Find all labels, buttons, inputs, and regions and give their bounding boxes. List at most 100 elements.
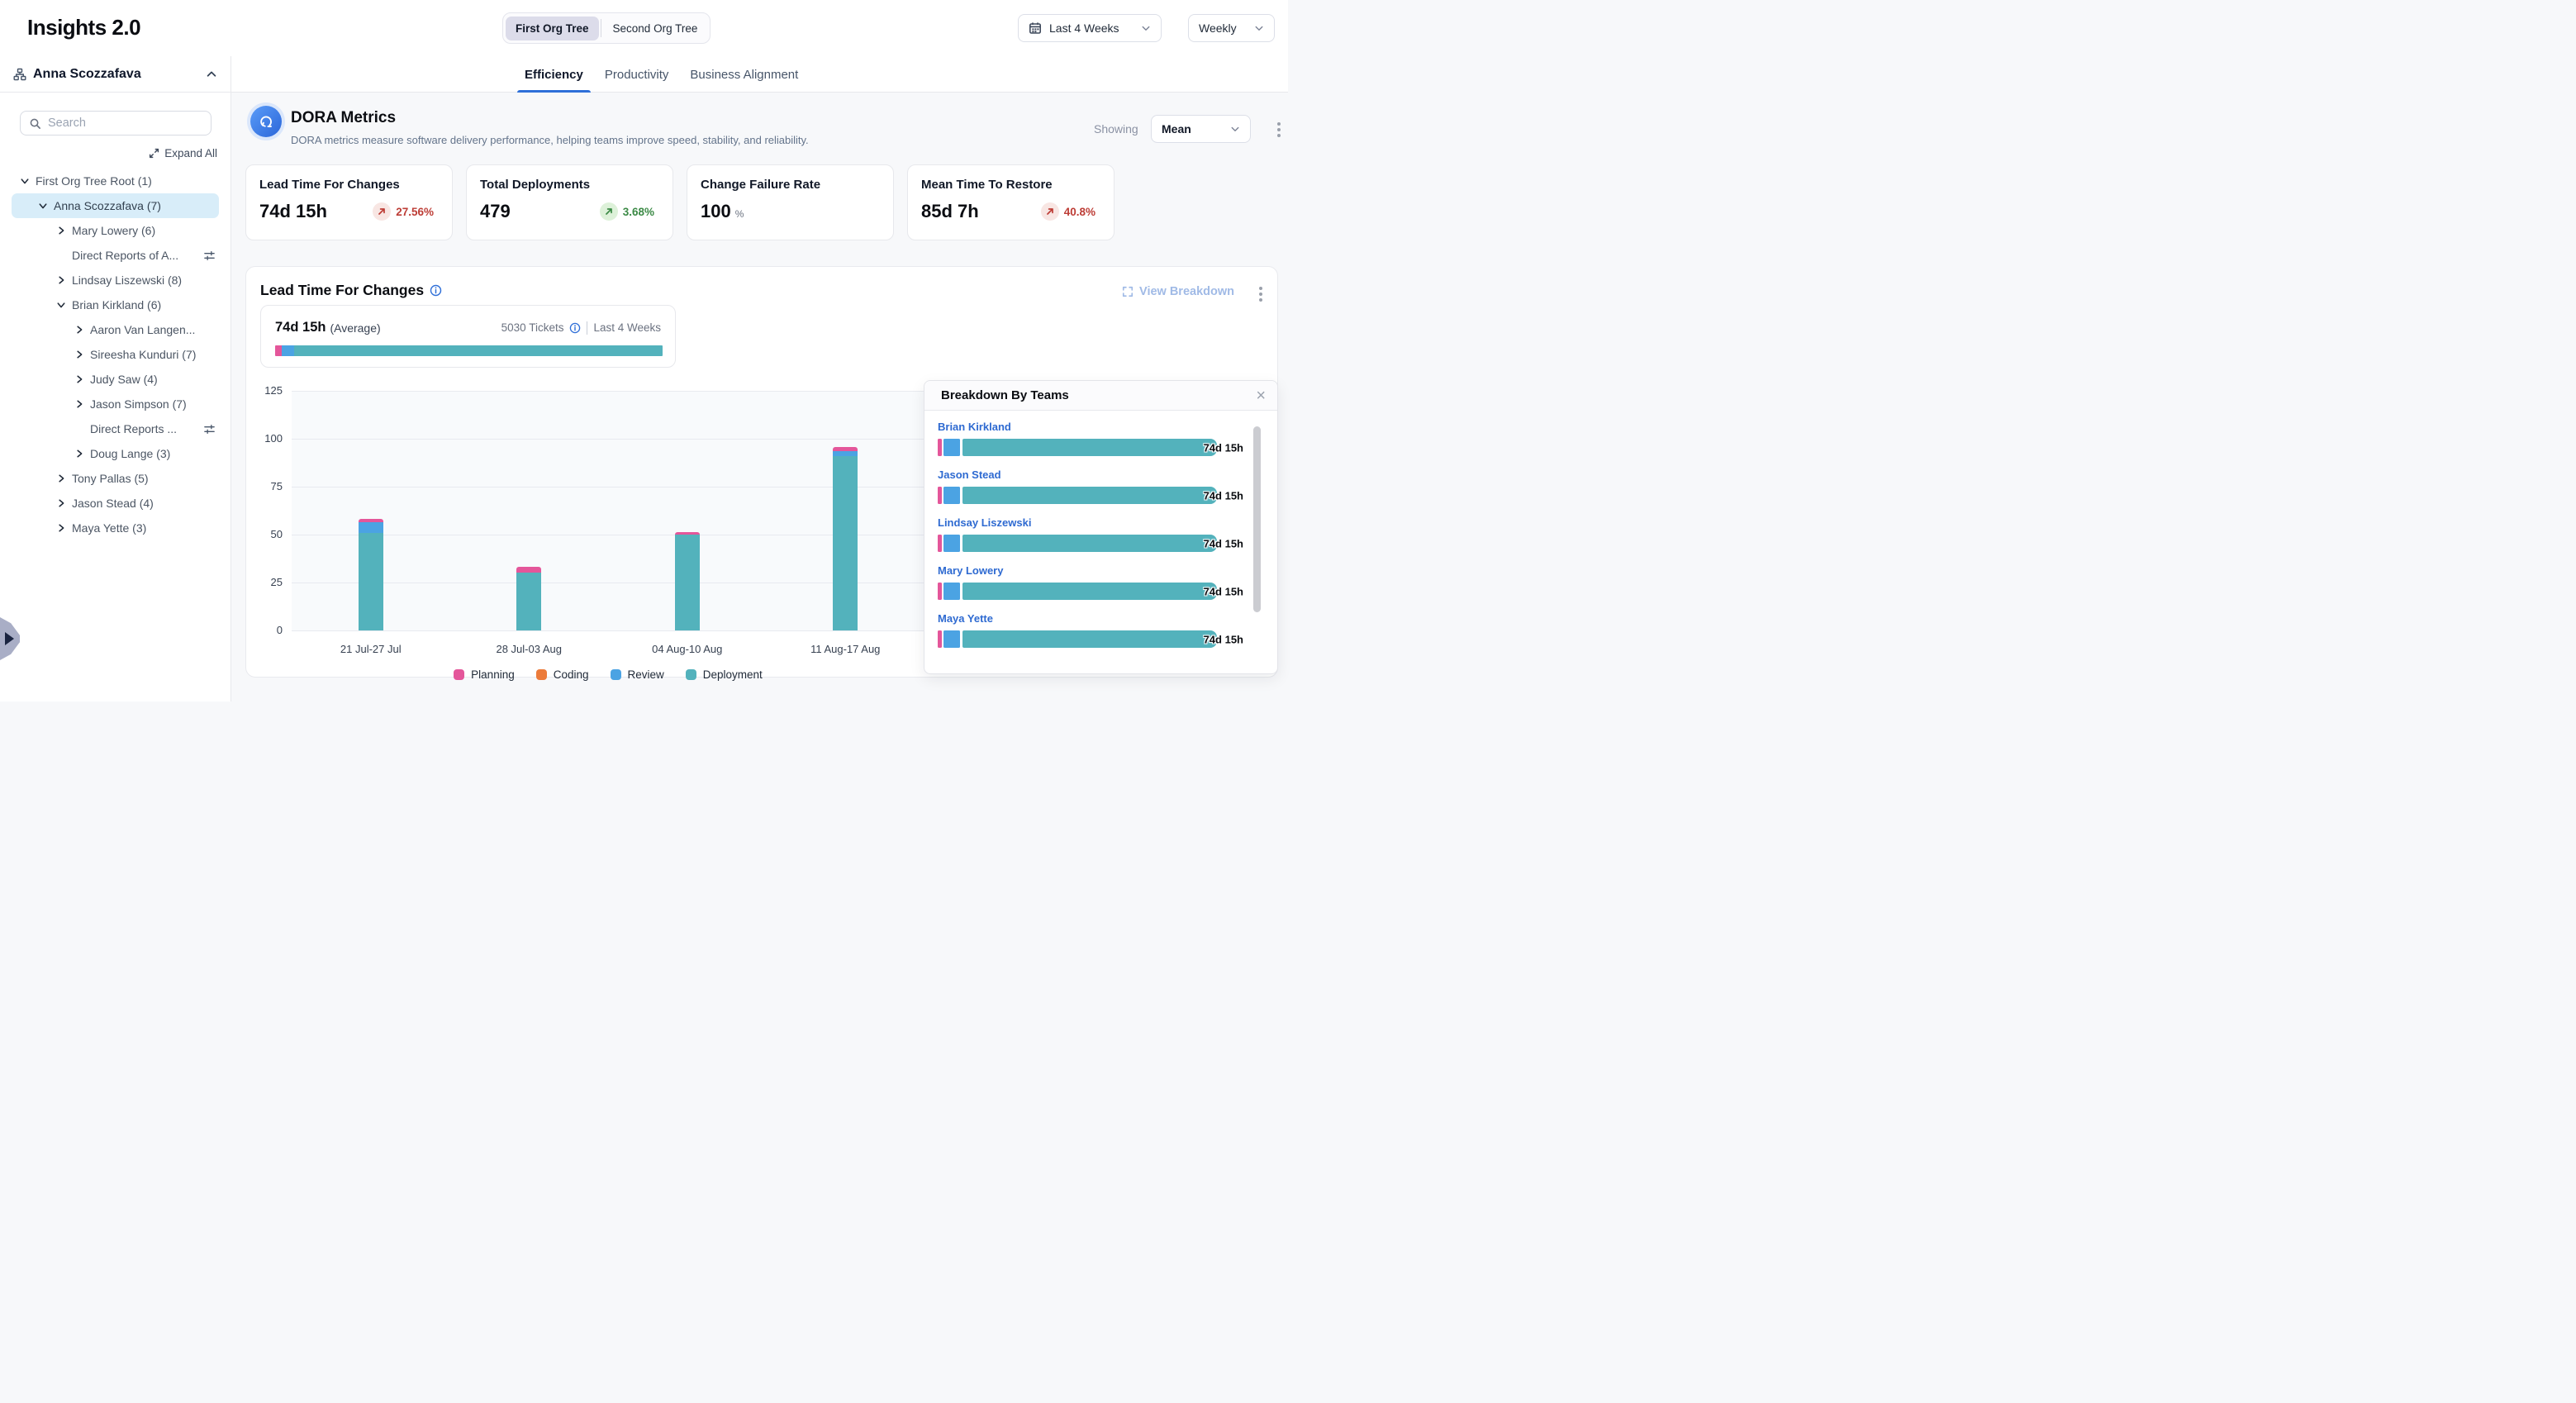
tree-item-label: Lindsay Liszewski (8) <box>72 273 182 287</box>
tree-item-mary-lowery-6[interactable]: Mary Lowery (6) <box>12 218 219 243</box>
chevron-right-icon[interactable] <box>74 325 84 335</box>
lead-time-menu-kebab-icon[interactable] <box>1259 287 1262 302</box>
stacked-bar-28-jul-03-aug[interactable] <box>516 567 541 630</box>
tree-item-sireesha-kunduri-7[interactable]: Sireesha Kunduri (7) <box>12 342 219 367</box>
tree-item-label: Sireesha Kunduri (7) <box>90 348 196 361</box>
average-range: Last 4 Weeks <box>593 321 661 334</box>
chevron-right-icon[interactable] <box>56 498 66 508</box>
phase-segment-planning <box>938 487 942 504</box>
tree-item-doug-lange-3[interactable]: Doug Lange (3) <box>12 441 219 466</box>
dora-menu-kebab-icon[interactable] <box>1277 122 1281 137</box>
expand-all-button[interactable]: Expand All <box>149 147 217 159</box>
y-axis-tick-label: 100 <box>246 432 283 445</box>
chevron-right-icon[interactable] <box>74 374 84 384</box>
phase-segment-review <box>282 345 294 356</box>
team-row-maya-yette: Maya Yette74d 15h <box>938 612 1264 648</box>
chevron-right-icon[interactable] <box>56 226 66 235</box>
y-axis-tick-label: 125 <box>246 384 283 397</box>
panel-scrollbar-thumb[interactable] <box>1253 426 1261 612</box>
tree-item-direct-reports[interactable]: Direct Reports ... <box>12 416 219 441</box>
team-row-mary-lowery: Mary Lowery74d 15h <box>938 564 1264 600</box>
tree-item-brian-kirkland-6[interactable]: Brian Kirkland (6) <box>12 292 219 317</box>
tree-item-tony-pallas-5[interactable]: Tony Pallas (5) <box>12 466 219 491</box>
legend-item-review[interactable]: Review <box>611 668 664 681</box>
expand-all-label: Expand All <box>164 147 217 159</box>
gridline <box>292 630 924 631</box>
top-header: Insights 2.0 First Org Tree Second Org T… <box>0 0 1288 56</box>
team-phase-bar: 74d 15h <box>938 439 1264 456</box>
toggle-first-org-tree[interactable]: First Org Tree <box>506 17 599 40</box>
chevron-right-icon[interactable] <box>74 399 84 409</box>
filter-sliders-icon[interactable] <box>203 423 216 435</box>
legend-swatch <box>536 669 547 680</box>
calendar-icon <box>1029 21 1042 35</box>
metric-title: Lead Time For Changes <box>259 178 439 192</box>
dora-section-title: DORA Metrics <box>291 109 396 127</box>
tab-efficiency[interactable]: Efficiency <box>525 56 583 93</box>
metric-title: Change Failure Rate <box>701 178 880 192</box>
average-value: 74d 15h <box>275 320 326 335</box>
chart-legend: Planning Coding Review Deployment <box>292 668 924 681</box>
chevron-right-icon[interactable] <box>74 449 84 459</box>
bar-segment-planning <box>516 567 541 573</box>
granularity-select[interactable]: Weekly <box>1188 14 1275 42</box>
showing-select[interactable]: Mean <box>1151 115 1251 143</box>
chevron-up-icon[interactable] <box>206 69 217 80</box>
search-input[interactable] <box>48 117 202 130</box>
chart-plot-area <box>292 391 924 630</box>
chevron-right-icon[interactable] <box>56 275 66 285</box>
chevron-down-icon[interactable] <box>20 176 30 186</box>
chevron-down-icon[interactable] <box>56 300 66 310</box>
tree-item-maya-yette-3[interactable]: Maya Yette (3) <box>12 516 219 540</box>
y-axis-tick-label: 0 <box>246 624 283 636</box>
stacked-bar-11-aug-17-aug[interactable] <box>833 447 858 630</box>
org-tree: First Org Tree Root (1)Anna Scozzafava (… <box>0 169 231 540</box>
showing-value: Mean <box>1162 122 1223 136</box>
tree-item-lindsay-liszewski-8[interactable]: Lindsay Liszewski (8) <box>12 268 219 292</box>
lead-time-title-text: Lead Time For Changes <box>260 282 424 299</box>
tab-business-alignment[interactable]: Business Alignment <box>690 56 798 93</box>
date-range-select[interactable]: Last 4 Weeks <box>1018 14 1162 42</box>
legend-item-deployment[interactable]: Deployment <box>686 668 763 681</box>
legend-swatch <box>611 669 621 680</box>
chevron-down-icon[interactable] <box>38 201 48 211</box>
tree-item-judy-saw-4[interactable]: Judy Saw (4) <box>12 367 219 392</box>
stacked-bar-04-aug-10-aug[interactable] <box>675 532 700 630</box>
chevron-down-icon <box>1141 23 1151 33</box>
tree-item-first-org-tree-root-1[interactable]: First Org Tree Root (1) <box>12 169 219 193</box>
legend-item-planning[interactable]: Planning <box>454 668 515 681</box>
tree-item-label: Direct Reports ... <box>90 422 177 435</box>
expand-all-icon <box>149 148 159 159</box>
stacked-bar-21-jul-27-jul[interactable] <box>359 519 383 630</box>
info-icon[interactable] <box>430 284 442 297</box>
close-icon[interactable]: × <box>1256 388 1266 404</box>
phase-segment-deployment <box>294 345 663 356</box>
tree-item-anna-scozzafava-7[interactable]: Anna Scozzafava (7) <box>12 193 219 218</box>
team-name-link[interactable]: Jason Stead <box>938 468 1264 481</box>
team-name-link[interactable]: Lindsay Liszewski <box>938 516 1264 529</box>
chevron-down-icon <box>1230 124 1240 134</box>
trend-up-arrow-icon <box>600 202 618 221</box>
view-breakdown-button[interactable]: View Breakdown <box>1122 285 1234 298</box>
info-icon[interactable] <box>569 322 581 334</box>
team-value-label: 74d 15h <box>1204 489 1243 502</box>
team-name-link[interactable]: Brian Kirkland <box>938 421 1264 433</box>
tree-item-jason-stead-4[interactable]: Jason Stead (4) <box>12 491 219 516</box>
team-value-label: 74d 15h <box>1204 441 1243 454</box>
tickets-count: 5030 Tickets <box>501 321 564 334</box>
filter-sliders-icon[interactable] <box>203 250 216 262</box>
sidebar-header[interactable]: Anna Scozzafava <box>0 56 231 93</box>
team-name-link[interactable]: Maya Yette <box>938 612 1264 625</box>
tree-item-jason-simpson-7[interactable]: Jason Simpson (7) <box>12 392 219 416</box>
legend-item-coding[interactable]: Coding <box>536 668 589 681</box>
chevron-right-icon[interactable] <box>74 350 84 359</box>
toggle-second-org-tree[interactable]: Second Org Tree <box>603 17 708 40</box>
chevron-right-icon[interactable] <box>56 473 66 483</box>
phase-segment-planning <box>938 583 942 600</box>
tree-item-direct-reports-of-a[interactable]: Direct Reports of A... <box>12 243 219 268</box>
tab-productivity[interactable]: Productivity <box>605 56 669 93</box>
tree-item-aaron-van-langen[interactable]: Aaron Van Langen... <box>12 317 219 342</box>
team-name-link[interactable]: Mary Lowery <box>938 564 1264 577</box>
sidebar-search[interactable] <box>20 111 211 136</box>
chevron-right-icon[interactable] <box>56 523 66 533</box>
